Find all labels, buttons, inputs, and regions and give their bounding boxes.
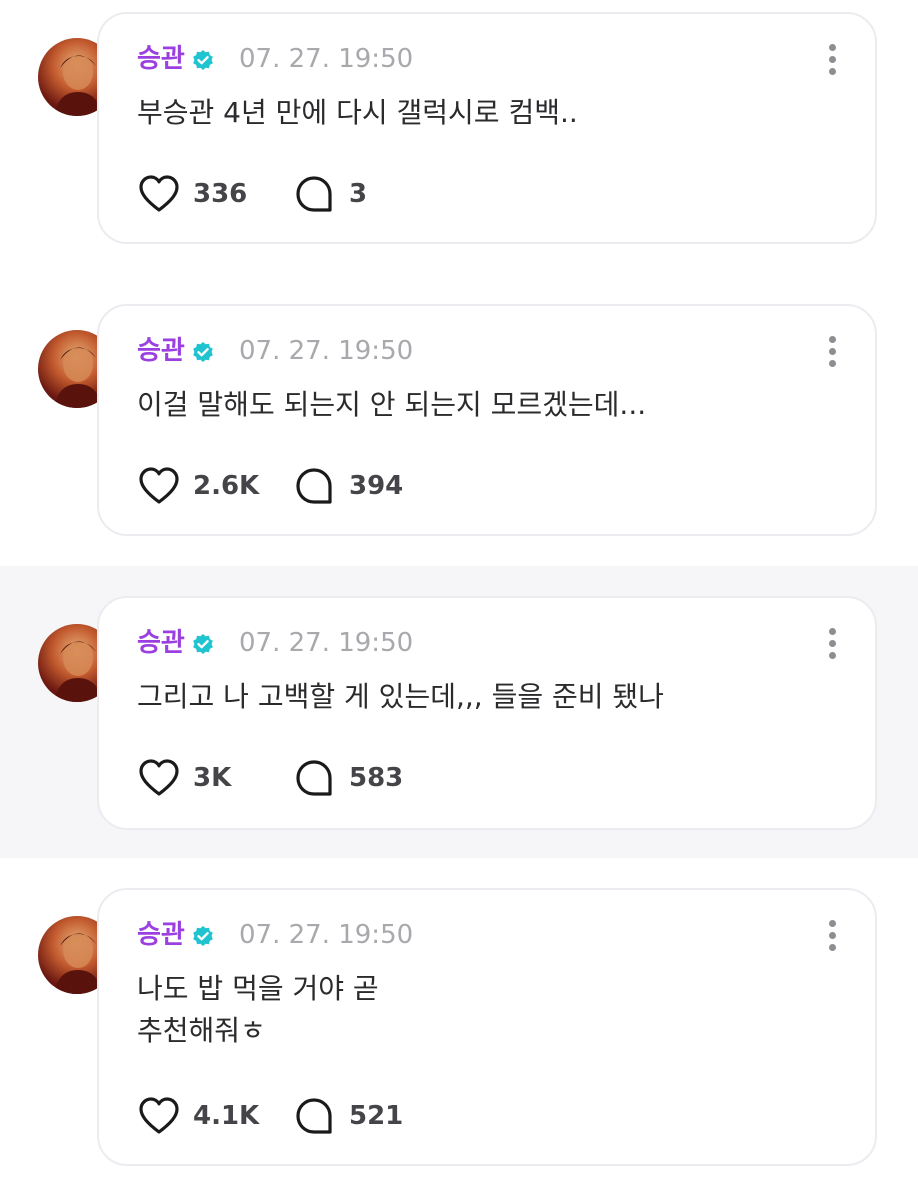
post-timestamp: 07. 27. 19:50 [239,628,414,658]
more-vertical-icon[interactable] [827,44,837,76]
author-name[interactable]: 승관 [137,918,185,952]
post-text-line: 이걸 말해도 되는지 안 되는지 모르겠는데... [137,388,647,421]
post-timestamp: 07. 27. 19:50 [239,920,414,950]
like-count: 2.6K [193,471,260,501]
post-card[interactable]: 승관 07. 27. 19:50 나도 밥 먹을 거야 곧 추천해줘ㅎ 4.1K… [97,888,877,1166]
author-name[interactable]: 승관 [137,626,185,660]
comment-count: 394 [349,471,404,501]
comment-bubble-icon[interactable] [295,1097,333,1135]
post-text-line: 부승관 4년 만에 다시 갤럭시로 컴백.. [137,96,578,129]
post-text-line: 나도 밥 먹을 거야 곧 [137,972,379,1005]
like-count: 3K [193,763,232,793]
author-name[interactable]: 승관 [137,42,185,76]
post-section: 승관 07. 27. 19:50 그리고 나 고백할 게 있는데,,, 들을 준… [0,566,918,858]
like-count: 4.1K [193,1101,260,1131]
post-text: 이걸 말해도 되는지 안 되는지 모르겠는데... [137,384,815,426]
more-vertical-icon[interactable] [827,628,837,660]
heart-icon[interactable] [137,1094,181,1138]
author-name[interactable]: 승관 [137,334,185,368]
post-text: 나도 밥 먹을 거야 곧 추천해줘ㅎ [137,968,815,1052]
post-text-line: 그리고 나 고백할 게 있는데,,, 들을 준비 됐나 [137,680,664,713]
post-card[interactable]: 승관 07. 27. 19:50 부승관 4년 만에 다시 갤럭시로 컴백.. … [97,12,877,244]
post-section: 승관 07. 27. 19:50 이걸 말해도 되는지 안 되는지 모르겠는데.… [0,292,918,584]
post-card[interactable]: 승관 07. 27. 19:50 그리고 나 고백할 게 있는데,,, 들을 준… [97,596,877,830]
post-text: 부승관 4년 만에 다시 갤럭시로 컴백.. [137,92,815,134]
comment-count: 3 [349,179,368,209]
heart-icon[interactable] [137,464,181,508]
verified-badge-icon [193,342,213,362]
comment-bubble-icon[interactable] [295,175,333,213]
heart-icon[interactable] [137,172,181,216]
more-vertical-icon[interactable] [827,920,837,952]
verified-badge-icon [193,50,213,70]
more-vertical-icon[interactable] [827,336,837,368]
comment-count: 521 [349,1101,404,1131]
post-card[interactable]: 승관 07. 27. 19:50 이걸 말해도 되는지 안 되는지 모르겠는데.… [97,304,877,536]
post-section: 승관 07. 27. 19:50 부승관 4년 만에 다시 갤럭시로 컴백.. … [0,0,918,292]
post-section: 승관 07. 27. 19:50 나도 밥 먹을 거야 곧 추천해줘ㅎ 4.1K… [0,858,918,1200]
verified-badge-icon [193,926,213,946]
post-timestamp: 07. 27. 19:50 [239,44,414,74]
comment-count: 583 [349,763,404,793]
post-feed: 승관 07. 27. 19:50 부승관 4년 만에 다시 갤럭시로 컴백.. … [0,0,918,1200]
post-text-line: 추천해줘ㅎ [137,1014,266,1047]
post-timestamp: 07. 27. 19:50 [239,336,414,366]
like-count: 336 [193,179,248,209]
comment-bubble-icon[interactable] [295,759,333,797]
verified-badge-icon [193,634,213,654]
post-text: 그리고 나 고백할 게 있는데,,, 들을 준비 됐나 [137,676,815,718]
heart-icon[interactable] [137,756,181,800]
comment-bubble-icon[interactable] [295,467,333,505]
